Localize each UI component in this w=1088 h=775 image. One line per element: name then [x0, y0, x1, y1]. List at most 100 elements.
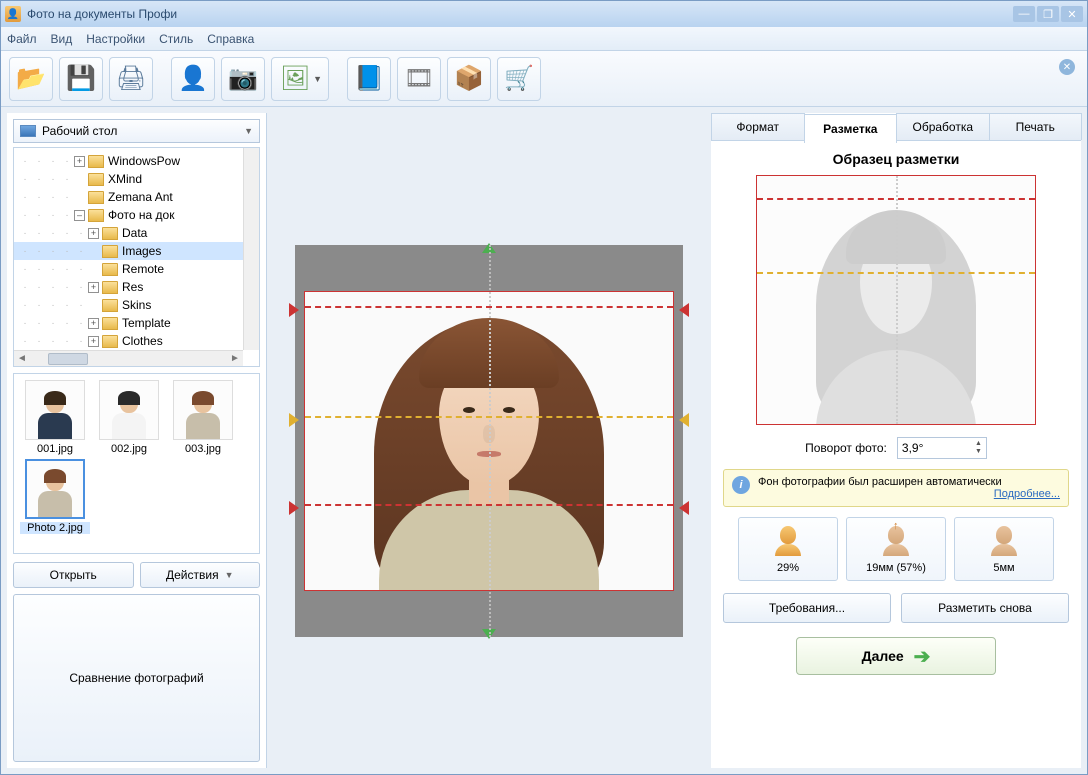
sample-title: Образец разметки: [723, 151, 1069, 167]
folder-icon: [102, 263, 118, 276]
rotate-spinner[interactable]: 3,9° ▲▼: [897, 437, 987, 459]
tree-node[interactable]: ····XMind: [14, 170, 259, 188]
body: Рабочий стол ▼ ····+WindowsPow····XMind·…: [1, 107, 1087, 774]
markup-sample: [756, 175, 1036, 425]
thumbnail-image: [25, 380, 85, 440]
thumbnail-item[interactable]: 002.jpg: [94, 380, 164, 455]
print-button[interactable]: 🖨: [109, 57, 153, 101]
action-row: Требования... Разметить снова: [723, 593, 1069, 623]
tree-label: Skins: [122, 298, 151, 312]
tree-label: Zemana Ant: [108, 190, 173, 204]
tab-format[interactable]: Формат: [711, 113, 805, 140]
chevron-down-icon: ▼: [244, 126, 253, 136]
left-marker-red-top[interactable]: [289, 303, 299, 317]
metric-head-height[interactable]: 29%: [738, 517, 838, 581]
expand-icon[interactable]: +: [74, 156, 85, 167]
tree-node[interactable]: ·····+Template: [14, 314, 259, 332]
tree-node[interactable]: ·····Remote: [14, 260, 259, 278]
menu-settings[interactable]: Настройки: [86, 32, 145, 46]
compare-photos-button[interactable]: Сравнение фотографий: [13, 594, 260, 763]
right-marker-red-top[interactable]: [679, 303, 689, 317]
folder-icon: [102, 245, 118, 258]
tree-node[interactable]: ·····+Data: [14, 224, 259, 242]
remark-button[interactable]: Разметить снова: [901, 593, 1069, 623]
tree-node[interactable]: ·····Skins: [14, 296, 259, 314]
next-button[interactable]: Далее ➔: [796, 637, 996, 675]
tree-node[interactable]: ·····+Clothes: [14, 332, 259, 350]
menu-file[interactable]: Файл: [7, 32, 37, 46]
app-icon: 👤: [5, 6, 21, 22]
expand-icon[interactable]: +: [88, 282, 99, 293]
tab-markup[interactable]: Разметка: [804, 114, 898, 143]
tree-node[interactable]: ·····Images: [14, 242, 259, 260]
tab-processing[interactable]: Обработка: [896, 113, 990, 140]
video-button[interactable]: 🎞: [397, 57, 441, 101]
arrow-right-icon: ➔: [914, 644, 931, 669]
rotate-row: Поворот фото: 3,9° ▲▼: [723, 437, 1069, 459]
toolbar-close-icon[interactable]: ✕: [1059, 59, 1075, 75]
eye-line-guide[interactable]: [305, 416, 673, 418]
title-bar[interactable]: 👤 Фото на документы Профи — ❐ ✕: [1, 1, 1087, 27]
actions-dropdown[interactable]: Действия▼: [140, 562, 261, 588]
tree-node[interactable]: ····Zemana Ant: [14, 188, 259, 206]
image-dropdown-button[interactable]: 🖼▼: [271, 57, 329, 101]
menu-style[interactable]: Стиль: [159, 32, 193, 46]
thumbnail-item[interactable]: Photo 2.jpg: [20, 459, 90, 534]
editor-canvas-area: [267, 107, 711, 774]
expand-icon[interactable]: –: [74, 210, 85, 221]
right-marker-red-bottom[interactable]: [679, 501, 689, 515]
location-combo[interactable]: Рабочий стол ▼: [13, 119, 260, 143]
rotate-label: Поворот фото:: [805, 441, 887, 455]
tree-scrollbar-v[interactable]: [243, 148, 259, 350]
left-marker-red-bottom[interactable]: [289, 501, 299, 515]
info-more-link[interactable]: Подробнее...: [758, 488, 1060, 500]
tree-label: XMind: [108, 172, 142, 186]
left-panel: Рабочий стол ▼ ····+WindowsPow····XMind·…: [7, 113, 267, 768]
thumbnail-name: 001.jpg: [20, 443, 90, 455]
right-marker-yellow[interactable]: [679, 413, 689, 427]
open-button[interactable]: 📂: [9, 57, 53, 101]
tree-node[interactable]: ·····+Res: [14, 278, 259, 296]
close-button[interactable]: ✕: [1061, 6, 1083, 22]
sample-head-top-guide: [757, 198, 1035, 200]
tree-node[interactable]: ····–Фото на док: [14, 206, 259, 224]
thumbnail-item[interactable]: 001.jpg: [20, 380, 90, 455]
left-marker-yellow[interactable]: [289, 413, 299, 427]
thumbnail-browser: 001.jpg 002.jpg 003.jpg Photo 2.jpg: [13, 373, 260, 554]
expand-icon[interactable]: +: [88, 318, 99, 329]
expand-icon[interactable]: +: [88, 336, 99, 347]
thumbnail-name: 003.jpg: [168, 443, 238, 455]
maximize-button[interactable]: ❐: [1037, 6, 1059, 22]
photo-crop-area[interactable]: [304, 291, 674, 591]
menu-view[interactable]: Вид: [51, 32, 73, 46]
chin-guide[interactable]: [305, 504, 673, 506]
folder-icon: [88, 209, 104, 222]
tree-scrollbar-h[interactable]: ◄►: [14, 350, 243, 366]
tree-label: Res: [122, 280, 143, 294]
tree-label: Фото на док: [108, 208, 174, 222]
app-window: 👤 Фото на документы Профи — ❐ ✕ Файл Вид…: [0, 0, 1088, 775]
tab-print[interactable]: Печать: [989, 113, 1083, 140]
spinner-arrows[interactable]: ▲▼: [975, 440, 982, 456]
profile-button[interactable]: 👤: [171, 57, 215, 101]
cart-button[interactable]: 🛒: [497, 57, 541, 101]
save-button[interactable]: 💾: [59, 57, 103, 101]
tree-node[interactable]: ····+WindowsPow: [14, 152, 259, 170]
metric-face-width[interactable]: 5мм: [954, 517, 1054, 581]
help-button[interactable]: 📘: [347, 57, 391, 101]
requirements-button[interactable]: Требования...: [723, 593, 891, 623]
camera-button[interactable]: 📷: [221, 57, 265, 101]
head-top-guide[interactable]: [305, 306, 673, 308]
info-icon: i: [732, 476, 750, 494]
metric-top-margin[interactable]: ↑ 19мм (57%): [846, 517, 946, 581]
open-button[interactable]: Открыть: [13, 562, 134, 588]
minimize-button[interactable]: —: [1013, 6, 1035, 22]
thumbnail-image: [99, 380, 159, 440]
sample-eye-guide: [757, 272, 1035, 274]
package-button[interactable]: 📦: [447, 57, 491, 101]
thumbnail-item[interactable]: 003.jpg: [168, 380, 238, 455]
menu-help[interactable]: Справка: [207, 32, 254, 46]
folder-icon: [102, 299, 118, 312]
menu-bar: Файл Вид Настройки Стиль Справка: [1, 27, 1087, 51]
expand-icon[interactable]: +: [88, 228, 99, 239]
